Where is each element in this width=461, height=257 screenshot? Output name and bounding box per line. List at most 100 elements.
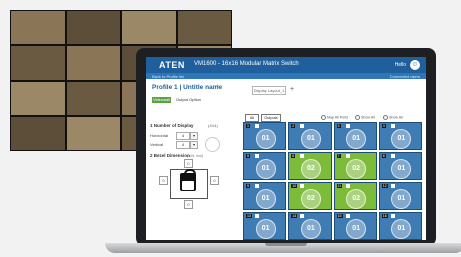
tile-flag-icon — [390, 214, 395, 218]
lock-body — [182, 181, 194, 190]
connected-users-link[interactable]: Connected users — [390, 74, 420, 79]
display-count-label: (4X4) — [208, 123, 218, 128]
tile-flag-icon — [390, 124, 395, 128]
tile-source-label: 02 — [300, 159, 321, 180]
user-label: Hello — [394, 62, 406, 68]
tile-source-label: 01 — [300, 129, 321, 150]
tile-flag-icon — [390, 154, 395, 158]
video-wall-panel — [11, 81, 65, 115]
matrix-tile[interactable]: 8 01 — [378, 152, 422, 180]
matrix-tile[interactable]: 10 02 — [288, 182, 332, 210]
tile-source-label: 01 — [391, 219, 412, 240]
horizontal-stepper-button[interactable]: ▾ — [190, 132, 198, 140]
tile-flag-icon — [300, 184, 305, 188]
horizontal-stepper[interactable]: 4 — [176, 132, 190, 140]
tile-number: 1 — [246, 124, 250, 128]
tile-source-label: 01 — [255, 219, 276, 240]
bezel-right-field[interactable]: 0 — [210, 176, 219, 185]
video-wall-panel — [177, 11, 231, 45]
app-title: VM1600 - 16x16 Modular Matrix Switch — [194, 61, 299, 67]
video-wall-panel — [66, 46, 120, 80]
tile-number: 4 — [381, 124, 386, 128]
tile-source-label: 01 — [255, 159, 276, 180]
show-all-option-2[interactable]: Show All — [383, 115, 403, 120]
tile-number: 6 — [291, 154, 296, 158]
map-all-label: Map All Ports — [327, 115, 349, 120]
settings-panel: 1 Number of Display (4X4) Horizontal 4 ▾… — [150, 111, 236, 231]
back-to-profile-link[interactable]: Back to Profile list — [152, 74, 184, 79]
matrix-tile[interactable]: 13 01 — [243, 212, 287, 240]
lock-icon[interactable] — [180, 173, 196, 191]
dial-icon — [205, 137, 220, 152]
number-of-display-heading: 1 Number of Display — [150, 123, 194, 128]
tile-flag-icon — [300, 124, 305, 128]
tile-source-label: 02 — [300, 189, 321, 210]
bezel-bottom-field[interactable]: 0 — [184, 200, 193, 209]
tile-source-label: 01 — [300, 219, 321, 240]
tile-number: 10 — [291, 184, 298, 188]
vertical-stepper[interactable]: 4 — [176, 141, 190, 149]
title-bar: ATEN VM1600 - 16x16 Modular Matrix Switc… — [146, 57, 426, 73]
tile-number: 12 — [381, 184, 388, 188]
tab-output-option[interactable]: Output Option — [176, 97, 201, 103]
tile-flag-icon — [255, 154, 259, 158]
tile-number: 8 — [381, 154, 386, 158]
tile-flag-icon — [255, 124, 259, 128]
tile-source-label: 01 — [391, 129, 412, 150]
matrix-tile[interactable]: 7 02 — [333, 152, 377, 180]
tile-flag-icon — [255, 184, 259, 188]
bezel-top-field[interactable]: 0 — [184, 159, 193, 168]
show-all-label: Show All — [389, 115, 403, 120]
tile-number: 16 — [381, 214, 388, 218]
matrix-tile[interactable]: 3 01 — [333, 122, 377, 150]
tile-source-label: 02 — [346, 159, 367, 180]
matrix-tile[interactable]: 15 01 — [333, 212, 377, 240]
user-circle-icon[interactable]: ☺ — [410, 60, 420, 70]
tile-flag-icon — [255, 214, 259, 218]
show-all-label: Show All — [361, 115, 375, 120]
radio-icon — [355, 115, 360, 120]
show-all-option-1[interactable]: Show All — [355, 115, 375, 120]
pencil-icon[interactable]: ✎ — [216, 84, 221, 91]
radio-icon — [383, 115, 388, 120]
matrix-tile[interactable]: 6 02 — [288, 152, 332, 180]
all-button[interactable]: All — [245, 114, 259, 122]
matrix-tile[interactable]: 16 01 — [378, 212, 422, 240]
matrix-tile[interactable]: 14 01 — [288, 212, 332, 240]
matrix-tile[interactable]: 1 01 — [243, 122, 287, 150]
matrix-tile[interactable]: 11 02 — [333, 182, 377, 210]
bezel-dimension-heading: 2 Bezel Dimension — [150, 153, 190, 158]
video-wall-panel — [66, 11, 120, 45]
display-layout-select[interactable]: Display Layout_1 — [252, 86, 286, 95]
display-matrix: 1 01 2 01 3 01 4 01 5 01 6 02 7 02 8 01 9 01 10 02 11 02 12 01 1… — [243, 122, 422, 240]
map-all-option[interactable]: Map All Ports — [321, 115, 348, 120]
matrix-tile[interactable]: 2 01 — [288, 122, 332, 150]
matrix-tile[interactable]: 5 01 — [243, 152, 287, 180]
tile-source-label: 01 — [391, 159, 412, 180]
plus-icon[interactable]: + — [288, 86, 296, 94]
tile-flag-icon — [300, 214, 305, 218]
app-screen: ATEN VM1600 - 16x16 Modular Matrix Switc… — [146, 57, 426, 240]
tile-number: 9 — [246, 184, 250, 188]
tile-number: 7 — [336, 154, 341, 158]
tile-number: 3 — [336, 124, 341, 128]
tile-source-label: 01 — [346, 129, 367, 150]
tile-source-label: 01 — [255, 129, 276, 150]
matrix-tile[interactable]: 4 01 — [378, 122, 422, 150]
tile-number: 13 — [246, 214, 252, 218]
aten-logo: ATEN — [159, 60, 185, 70]
tab-videowall[interactable]: Videowall — [152, 97, 171, 103]
matrix-tile[interactable]: 12 01 — [378, 182, 422, 210]
vertical-stepper-button[interactable]: ▾ — [190, 141, 198, 149]
grid-toolbar: All Outputs Map All Ports Show All Show … — [243, 114, 423, 122]
vertical-label: Vertical — [150, 142, 164, 147]
tile-number: 5 — [246, 154, 250, 158]
outputs-button[interactable]: Outputs — [261, 114, 281, 122]
tile-source-label: 01 — [391, 189, 412, 210]
bezel-left-field[interactable]: 0 — [159, 176, 168, 185]
tile-number: 2 — [291, 124, 296, 128]
matrix-tile[interactable]: 9 01 — [243, 182, 287, 210]
laptop-notch — [265, 243, 307, 246]
horizontal-label: Horizontal — [150, 133, 169, 138]
monitor-preview — [170, 169, 208, 199]
